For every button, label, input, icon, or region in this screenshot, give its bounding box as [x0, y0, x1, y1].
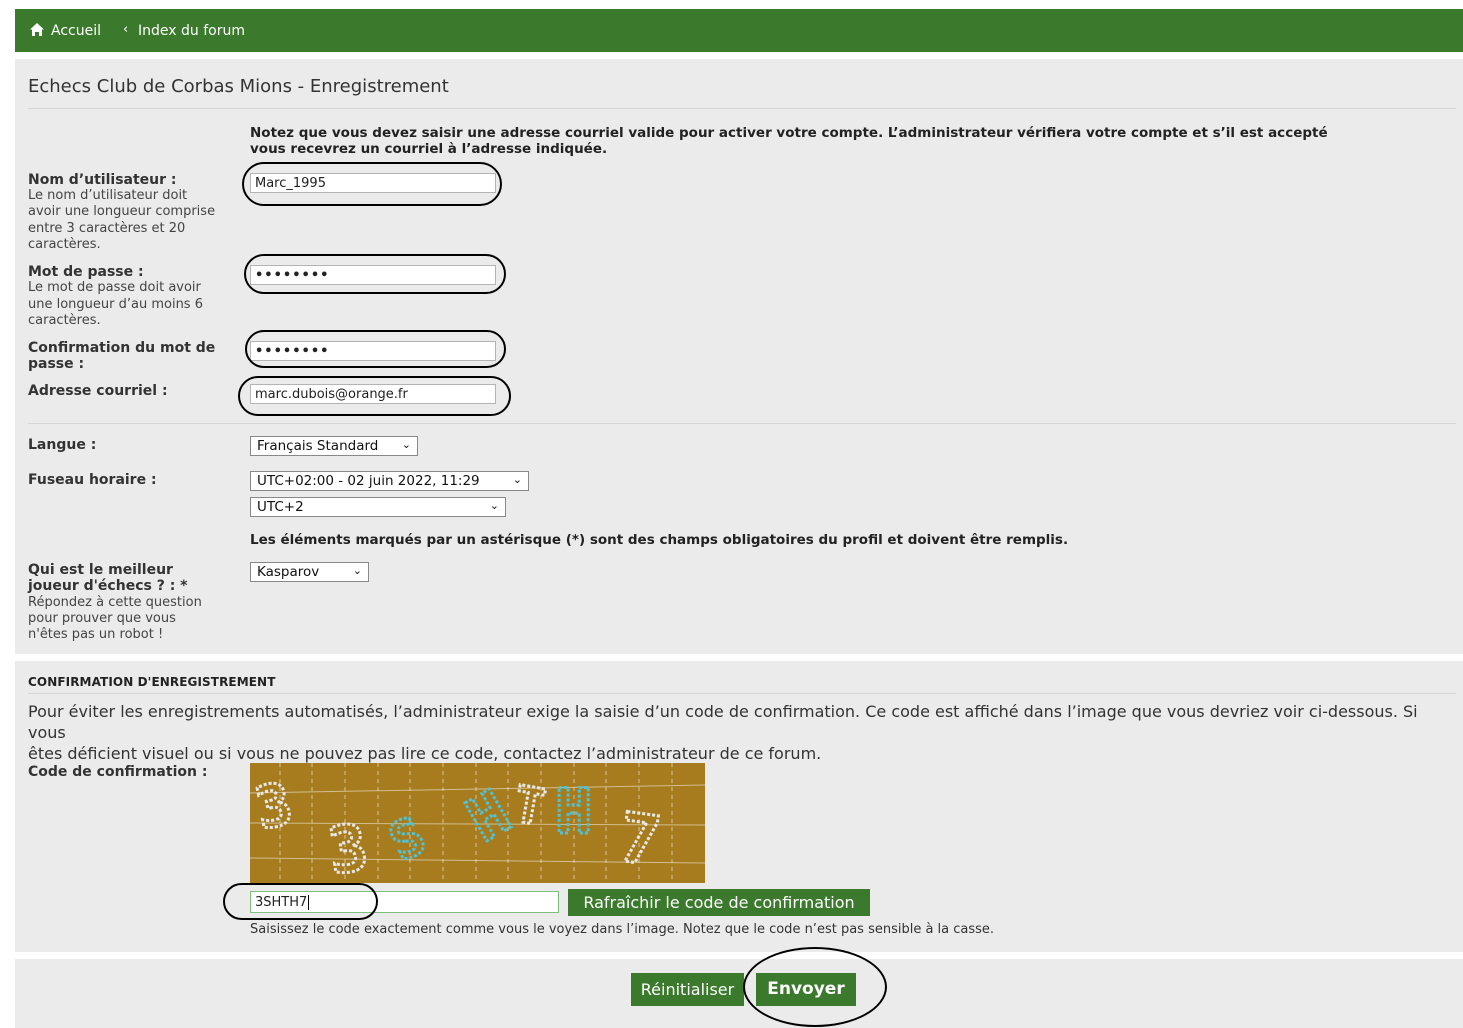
confirmation-explanation: Pour éviter les enregistrements automati…: [28, 701, 1453, 764]
question-label: Qui est le meilleur: [28, 562, 173, 578]
language-select[interactable]: Français Standard ⌄: [250, 436, 418, 456]
timezone-label: Fuseau horaire :: [28, 472, 157, 488]
intro-note-line2: vous recevrez un courriel à l’adresse in…: [250, 141, 608, 157]
chevron-down-icon: ⌄: [401, 438, 411, 451]
confirmation-section-title: CONFIRMATION D'ENREGISTREMENT: [28, 675, 276, 689]
username-label: Nom d’utilisateur :: [28, 172, 177, 188]
question-hint: Répondez à cette question: [28, 595, 202, 610]
username-hint: entre 3 caractères et 20: [28, 221, 186, 236]
intro-note-line1: Notez que vous devez saisir une adresse …: [250, 125, 1328, 141]
annotation-oval: [245, 330, 506, 368]
code-label: Code de confirmation :: [28, 764, 208, 780]
captcha-image: 3 3 S H T H 7: [250, 763, 705, 883]
password-confirm-label: Confirmation du mot de: [28, 340, 216, 356]
chevron-down-icon: ⌄: [512, 473, 522, 486]
language-select-value: Français Standard: [257, 438, 379, 454]
timezone-date-select[interactable]: UTC+02:00 - 02 juin 2022, 11:29 ⌄: [250, 471, 529, 491]
captcha-drawing: 3 3 S H T H 7: [250, 763, 705, 883]
username-hint: Le nom d’utilisateur doit: [28, 188, 188, 203]
timezone-date-value: UTC+02:00 - 02 juin 2022, 11:29: [257, 473, 480, 489]
annotation-oval: [244, 254, 506, 294]
captcha-glyph: S: [381, 806, 435, 874]
chevron-down-icon: ⌄: [352, 564, 362, 577]
chess-question-select[interactable]: Kasparov ⌄: [250, 562, 369, 582]
breadcrumb-bar: Accueil ‹ Index du forum: [15, 9, 1463, 52]
password-hint: Le mot de passe doit avoir: [28, 280, 201, 295]
captcha-glyph: 7: [614, 799, 666, 883]
registration-panel: Echecs Club de Corbas Mions - Enregistre…: [15, 59, 1463, 654]
home-icon[interactable]: [29, 22, 45, 37]
annotation-oval: [238, 376, 511, 416]
breadcrumb-forum-link[interactable]: Index du forum: [138, 23, 245, 39]
chevron-down-icon: ⌄: [489, 499, 499, 512]
captcha-glyph: 3: [324, 811, 372, 883]
password-hint: une longueur d’au moins 6: [28, 297, 203, 312]
username-hint: avoir une longueur comprise: [28, 204, 216, 219]
password-hint: caractères.: [28, 313, 101, 328]
divider: [28, 423, 1456, 424]
annotation-oval: [223, 883, 378, 920]
page-title: Echecs Club de Corbas Mions - Enregistre…: [28, 76, 449, 97]
annotation-oval: [743, 947, 887, 1027]
captcha-glyph: 3: [250, 769, 298, 843]
timezone-zone-value: UTC+2: [257, 499, 304, 515]
question-hint: n'êtes pas un robot !: [28, 627, 164, 642]
annotation-oval: [242, 162, 502, 206]
breadcrumb-separator: ‹: [123, 22, 129, 37]
reset-button[interactable]: Réinitialiser: [631, 973, 744, 1006]
email-label: Adresse courriel :: [28, 383, 168, 399]
password-label: Mot de passe :: [28, 264, 144, 280]
question-label: joueur d'échecs ? : *: [28, 578, 188, 594]
timezone-zone-select[interactable]: UTC+2 ⌄: [250, 497, 506, 517]
chess-question-value: Kasparov: [257, 564, 320, 580]
confirmation-explanation-line: Pour éviter les enregistrements automati…: [28, 702, 1418, 742]
confirmation-explanation-line: êtes déficient visuel ou si vous ne pouv…: [28, 744, 822, 763]
question-hint: pour prouver que vous: [28, 611, 176, 626]
captcha-glyph: T: [510, 775, 550, 837]
password-confirm-label: passe :: [28, 356, 85, 372]
divider: [28, 693, 1456, 694]
code-help-text: Saisissez le code exactement comme vous …: [250, 922, 995, 937]
captcha-glyph: H: [555, 775, 592, 848]
breadcrumb-home-link[interactable]: Accueil: [51, 23, 101, 39]
required-fields-note: Les éléments marqués par un astérisque (…: [250, 532, 1069, 548]
refresh-code-button[interactable]: Rafraîchir le code de confirmation: [568, 889, 870, 916]
username-hint: caractères.: [28, 237, 101, 252]
confirmation-panel: CONFIRMATION D'ENREGISTREMENT Pour évite…: [15, 661, 1463, 952]
language-label: Langue :: [28, 437, 97, 453]
form-actions: Réinitialiser Envoyer: [15, 947, 1463, 1028]
divider: [28, 108, 1456, 109]
